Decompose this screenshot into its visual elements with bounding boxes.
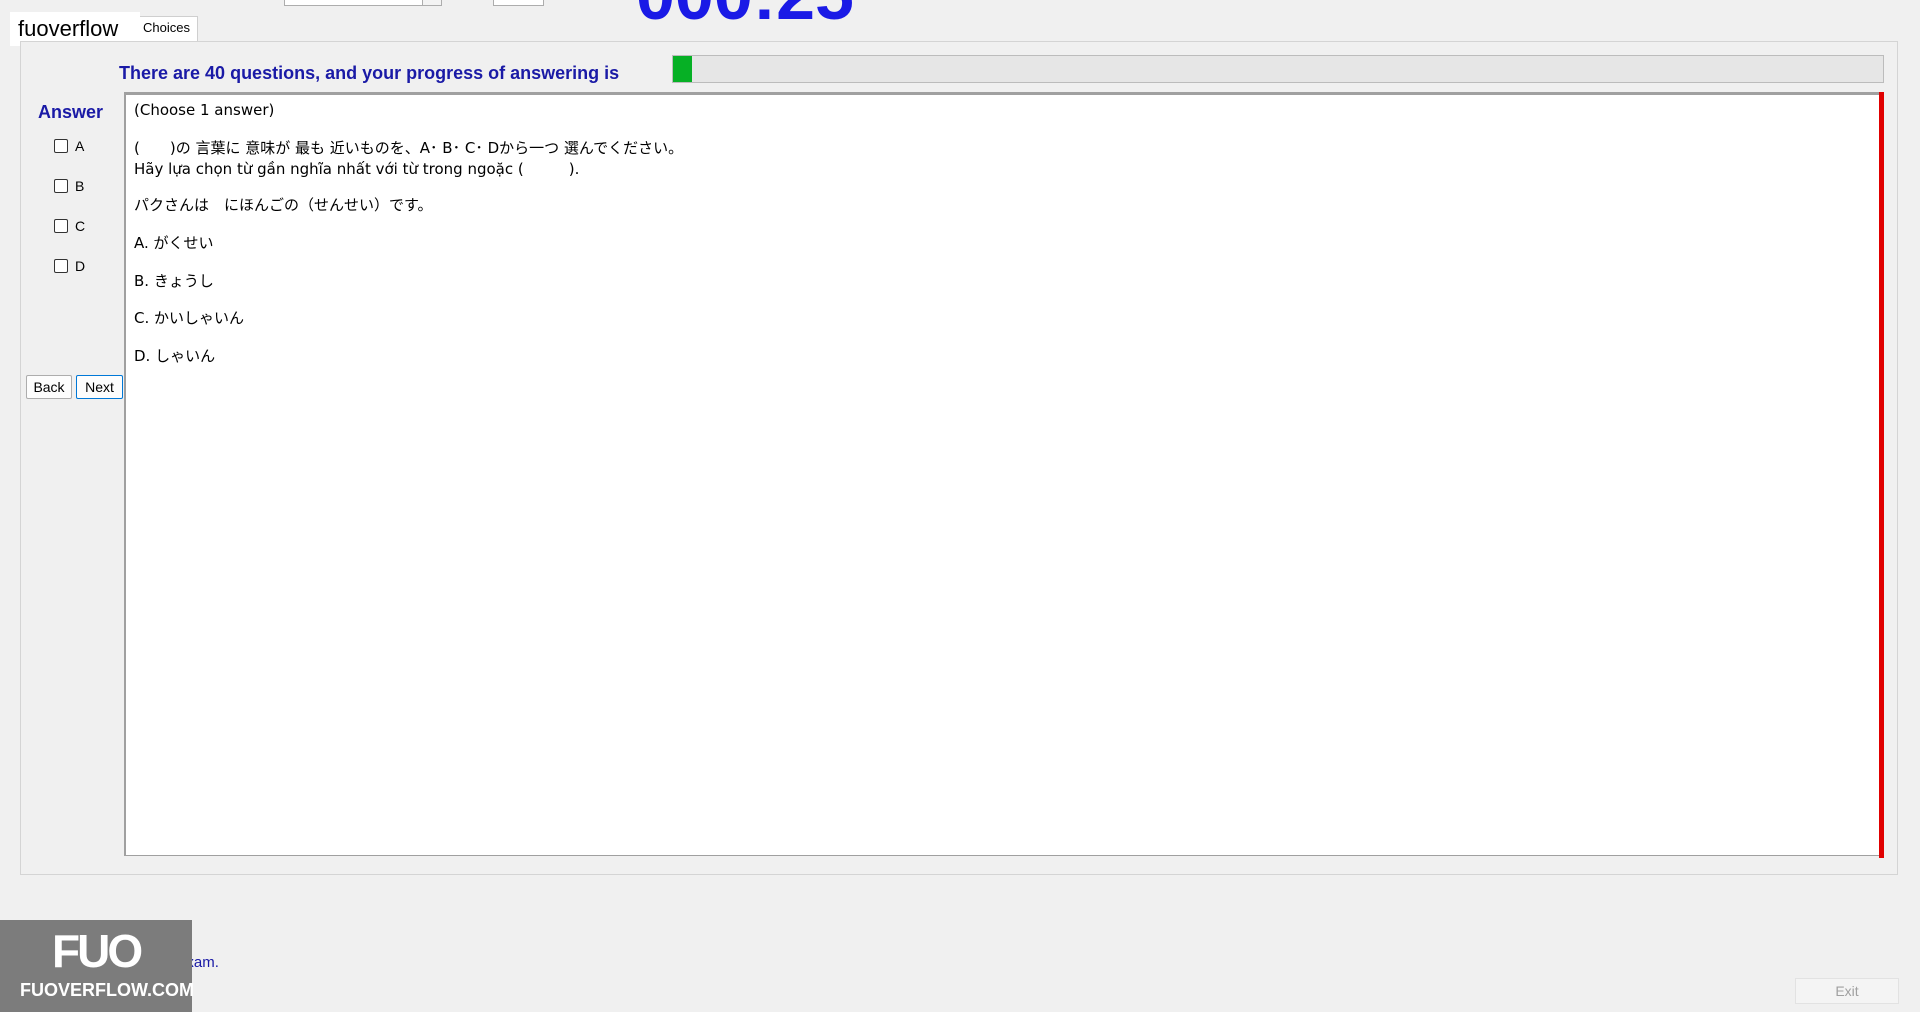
option-c[interactable]: C <box>54 218 85 234</box>
next-button[interactable]: Next <box>76 375 123 399</box>
checkbox-b[interactable] <box>54 179 68 193</box>
fuoverflow-logo: FUO FUOVERFLOW.COM <box>0 920 194 1012</box>
tab-choices[interactable]: Choices <box>138 16 198 42</box>
option-d[interactable]: D <box>54 258 85 274</box>
choice-d-text: D. しゃいん <box>134 347 216 365</box>
question-sentence: パクさんは にほんごの（せんせい）です。 <box>134 196 433 214</box>
checkbox-a[interactable] <box>54 139 68 153</box>
logo-mark: FUO <box>52 925 143 977</box>
back-button[interactable]: Back <box>26 375 72 399</box>
option-a[interactable]: A <box>54 138 84 154</box>
option-b-label: B <box>75 178 85 194</box>
checkbox-c[interactable] <box>54 219 68 233</box>
answer-title: Answer <box>38 102 104 122</box>
choice-b-text: B. きょうし <box>134 272 214 290</box>
progress-fill <box>673 56 693 82</box>
option-c-label: C <box>75 218 86 234</box>
question-instruction: (Choose 1 answer) <box>134 101 275 119</box>
exit-button[interactable]: Exit <box>1795 978 1899 1004</box>
option-d-label: D <box>75 258 86 274</box>
checkbox-d[interactable] <box>54 259 68 273</box>
progress-label: There are 40 questions, and your progres… <box>119 63 620 83</box>
question-red-border <box>1879 92 1884 858</box>
choice-c-text: C. かいしゃいん <box>134 309 245 327</box>
countdown-timer: 000:25 <box>636 0 854 30</box>
top-spin-box[interactable] <box>493 0 544 6</box>
progress-bar <box>672 55 1884 83</box>
chevron-down-icon[interactable] <box>422 0 441 5</box>
choice-a-text: A. がくせい <box>134 234 214 252</box>
option-a-label: A <box>75 138 85 154</box>
option-b[interactable]: B <box>54 178 84 194</box>
question-prompt-jp: ( )の 言葉に 意味が 最も 近いものを、A･ B･ C･ Dから一つ 選んで… <box>134 139 684 157</box>
question-prompt-vi: Hãy lựa chọn từ gần nghĩa nhất với từ tr… <box>134 160 580 178</box>
logo-site-text: FUOVERFLOW.COM <box>20 980 194 1000</box>
top-combobox[interactable] <box>284 0 442 6</box>
